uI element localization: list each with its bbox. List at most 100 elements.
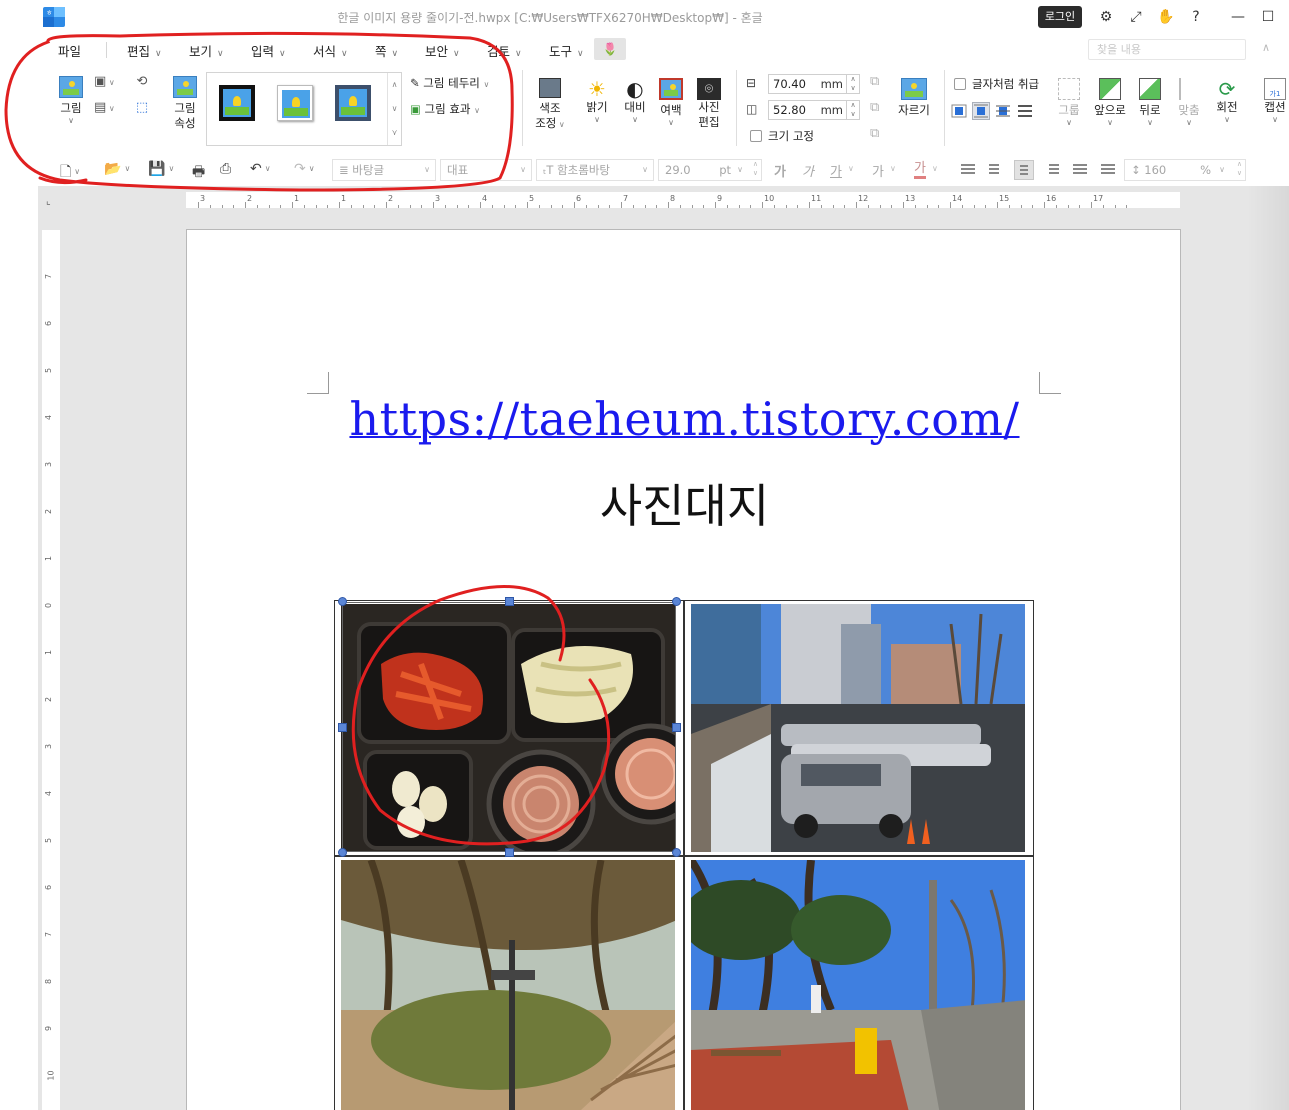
menu-view[interactable]: 보기 ∨: [189, 41, 224, 60]
expand-icon[interactable]: ⤢: [1126, 7, 1146, 27]
undo-icon[interactable]: ↶ ∨: [250, 161, 271, 177]
maximize-icon[interactable]: ☐: [1258, 7, 1278, 27]
menu-insert[interactable]: 입력 ∨: [251, 41, 286, 60]
menu-security[interactable]: 보안 ∨: [425, 41, 460, 60]
minimize-icon[interactable]: —: [1228, 7, 1248, 27]
login-button[interactable]: 로그인: [1038, 6, 1082, 28]
treat-as-char-checkbox[interactable]: 글자처럼 취급: [954, 76, 1039, 92]
divide-button[interactable]: [1098, 160, 1118, 180]
align-center-button[interactable]: [1014, 160, 1034, 180]
picture-reset-icon[interactable]: ⟲: [132, 74, 152, 89]
chevron-down-icon[interactable]: ∨: [890, 164, 896, 173]
chevron-up-icon[interactable]: ∧: [388, 73, 401, 97]
width-input[interactable]: 70.40 mm ∧ ∨: [768, 74, 860, 94]
photo-edit-button[interactable]: ⌾ 사진 편집: [694, 78, 724, 130]
document-link[interactable]: https://taeheum.tistory.com/: [187, 392, 1182, 446]
align-right-button[interactable]: [1042, 160, 1062, 180]
new-document-icon[interactable]: 🗋 ∨: [60, 161, 80, 185]
vertical-ruler[interactable]: 7 6 5 4 3 2 1 0 1 2 3 4 5 6 7 8 9 10: [42, 230, 60, 1110]
menu-file[interactable]: 파일: [58, 41, 81, 60]
send-backward-button[interactable]: 뒤로 ∨: [1134, 78, 1166, 128]
picture-effect-button[interactable]: ▣ 그림 효과 ∨: [410, 101, 480, 117]
picture-select-icon[interactable]: ⬚: [132, 100, 152, 115]
redo-icon[interactable]: ↷ ∨: [294, 161, 315, 177]
resize-handle[interactable]: [672, 723, 681, 732]
align-objects-button[interactable]: 맞춤 ∨: [1174, 78, 1204, 128]
print-icon[interactable]: 🖶: [192, 161, 205, 185]
document-area[interactable]: ⌞ 3 2 1 1 2 3 4 5 6 7 8 9 10 11 12 13 14 15 16 17 765432101…: [38, 186, 1289, 1110]
resize-handle[interactable]: [505, 848, 514, 857]
menu-page[interactable]: 쪽 ∨: [375, 41, 398, 60]
chevron-down-icon[interactable]: ∨: [388, 97, 401, 121]
font-size-input[interactable]: 29.0 pt ∨ ∧ ∨: [658, 159, 762, 181]
align-justify-button[interactable]: [958, 160, 978, 180]
size-original-icon[interactable]: ⧉: [870, 74, 879, 89]
menu-format[interactable]: 서식 ∨: [313, 41, 348, 60]
fix-size-checkbox[interactable]: 크기 고정: [750, 128, 814, 144]
resize-handle[interactable]: [338, 723, 347, 732]
table-cell[interactable]: [334, 856, 684, 1110]
document-title[interactable]: 사진대지: [187, 470, 1182, 536]
find-input[interactable]: 찾을 내용: [1088, 39, 1246, 60]
document-page[interactable]: https://taeheum.tistory.com/ 사진대지: [186, 229, 1181, 1110]
size-reset-icon[interactable]: ⧉: [870, 126, 879, 141]
contrast-button[interactable]: ◐ 대비 ∨: [620, 78, 650, 125]
menu-edit[interactable]: 편집 ∨: [127, 41, 162, 60]
picture-button[interactable]: 그림 ∨: [56, 76, 86, 126]
parking-lot-photo[interactable]: [691, 604, 1025, 852]
forest-path-photo[interactable]: [341, 860, 675, 1110]
brightness-button[interactable]: ☀ 밝기 ∨: [582, 78, 612, 125]
street-photo[interactable]: [691, 860, 1025, 1110]
resize-handle[interactable]: [505, 597, 514, 606]
distribute-button[interactable]: [1070, 160, 1090, 180]
wrap-square-icon[interactable]: [950, 102, 968, 120]
help-icon[interactable]: ?: [1186, 7, 1206, 27]
group-button[interactable]: 그룹 ∨: [1054, 78, 1084, 128]
print-preview-icon[interactable]: ⎙: [220, 161, 231, 177]
chevron-down-icon[interactable]: ∨: [932, 164, 938, 173]
table-cell[interactable]: [684, 600, 1034, 856]
bold-button[interactable]: 가: [774, 161, 786, 180]
color-adjust-button[interactable]: 색조 조정 ∨: [534, 78, 566, 132]
picture-border-button[interactable]: ✎ 그림 테두리 ∨: [410, 75, 489, 91]
align-left-button[interactable]: [986, 160, 1006, 180]
crop-button[interactable]: 자르기: [894, 78, 934, 118]
font-color-button[interactable]: 가: [914, 161, 926, 179]
menu-review[interactable]: 검토 ∨: [487, 41, 522, 60]
resize-handle[interactable]: [338, 597, 347, 606]
chevron-up-icon[interactable]: ∧: [1262, 41, 1270, 54]
resize-handle[interactable]: [672, 848, 681, 857]
italic-button[interactable]: 가: [802, 161, 814, 180]
ruler-corner-icon[interactable]: ⌞: [46, 196, 51, 207]
size-fit-icon[interactable]: ⧉: [870, 100, 879, 115]
language-select[interactable]: 대표 ∨: [440, 159, 532, 181]
picture-replace-icon[interactable]: ▣ ∨: [94, 74, 126, 89]
resize-handle[interactable]: [672, 597, 681, 606]
margin-button[interactable]: 여백 ∨: [656, 78, 686, 128]
wrap-top-bottom-icon[interactable]: [972, 102, 990, 120]
height-input[interactable]: 52.80 mm ∧ ∨: [768, 100, 860, 120]
chevron-down-icon[interactable]: ∨: [848, 164, 854, 173]
style-thumb-white-frame[interactable]: [277, 85, 313, 121]
expand-gallery-icon[interactable]: ⋎: [388, 121, 401, 145]
hand-icon[interactable]: ✋: [1156, 7, 1176, 27]
picture-props-button[interactable]: 그림 속성: [170, 76, 200, 131]
open-folder-icon[interactable]: 📂 ∨: [104, 161, 130, 177]
table-cell[interactable]: [684, 856, 1034, 1110]
bring-forward-button[interactable]: 앞으로 ∨: [1090, 78, 1130, 128]
underline-button[interactable]: 가: [830, 161, 842, 180]
rotate-button[interactable]: ⟳ 회전 ∨: [1212, 78, 1242, 125]
wrap-in-front-icon[interactable]: [1016, 102, 1034, 120]
gear-icon[interactable]: ⚙: [1096, 7, 1116, 27]
picture-save-icon[interactable]: ▤ ∨: [94, 100, 126, 115]
save-icon[interactable]: 💾 ∨: [148, 161, 174, 177]
wrap-behind-text-icon[interactable]: [994, 102, 1012, 120]
horizontal-ruler[interactable]: 3 2 1 1 2 3 4 5 6 7 8 9 10 11 12 13 14 15 16 17: [186, 192, 1180, 208]
resize-handle[interactable]: [338, 848, 347, 857]
styles-scroll[interactable]: ∧ ∨ ⋎: [387, 73, 401, 145]
strike-button[interactable]: 가: [872, 161, 884, 180]
caption-button[interactable]: 가1 캡션 ∨: [1260, 78, 1289, 125]
font-select[interactable]: ₜT 함초롬바탕 ∨: [536, 159, 654, 181]
paragraph-style-select[interactable]: ≣ 바탕글 ∨: [332, 159, 436, 181]
style-thumb-black-frame[interactable]: [219, 85, 255, 121]
